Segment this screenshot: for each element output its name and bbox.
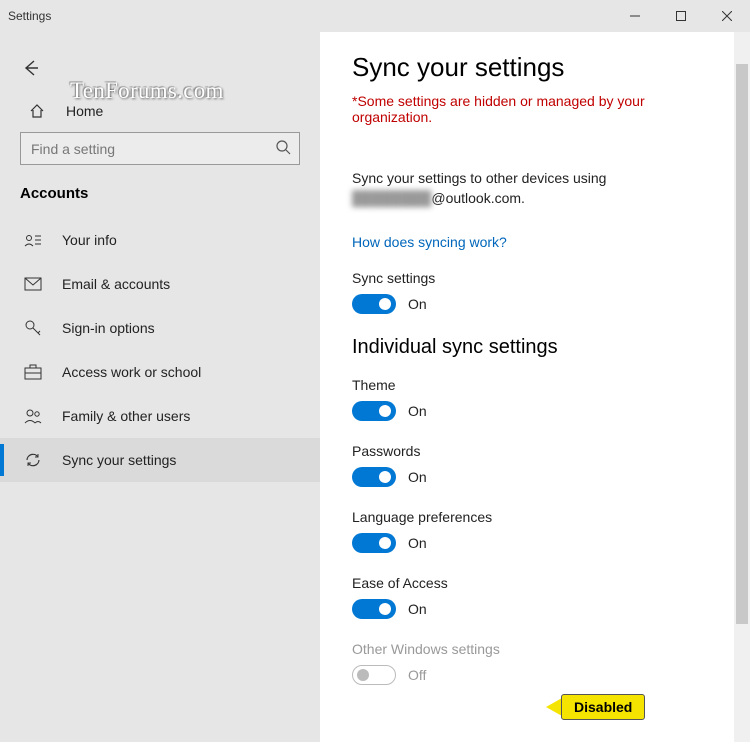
sync-description: Sync your settings to other devices usin… [352, 169, 706, 208]
other-windows-toggle [352, 665, 396, 685]
envelope-icon [22, 277, 44, 291]
sidebar-item-family-users[interactable]: Family & other users [0, 394, 320, 438]
language-toggle[interactable] [352, 533, 396, 553]
setting-label: Ease of Access [352, 575, 706, 591]
redacted-email: ████████ [352, 190, 431, 206]
sidebar-item-your-info[interactable]: Your info [0, 218, 320, 262]
search-box[interactable] [20, 132, 300, 165]
close-button[interactable] [704, 0, 750, 32]
window-controls [612, 0, 750, 32]
setting-language: Language preferences On [352, 509, 706, 553]
setting-label: Theme [352, 377, 706, 393]
sync-icon [22, 451, 44, 469]
help-link[interactable]: How does syncing work? [352, 234, 507, 250]
key-icon [22, 319, 44, 337]
sidebar-item-label: Sync your settings [62, 452, 176, 468]
setting-other-windows: Other Windows settings Off [352, 641, 706, 685]
sidebar-section-title: Accounts [0, 179, 320, 218]
home-label: Home [66, 103, 103, 119]
toggle-state: On [408, 469, 427, 485]
sidebar-item-label: Sign-in options [62, 320, 155, 336]
sidebar-item-label: Email & accounts [62, 276, 170, 292]
search-input[interactable] [31, 141, 275, 157]
setting-label: Other Windows settings [352, 641, 706, 657]
toggle-state: On [408, 403, 427, 419]
maximize-button[interactable] [658, 0, 704, 32]
toggle-state: On [408, 601, 427, 617]
main-content: Sync your settings *Some settings are hi… [320, 32, 734, 742]
sidebar-item-label: Access work or school [62, 364, 201, 380]
toggle-state: Off [408, 667, 426, 683]
ease-of-access-toggle[interactable] [352, 599, 396, 619]
setting-theme: Theme On [352, 377, 706, 421]
passwords-toggle[interactable] [352, 467, 396, 487]
briefcase-icon [22, 364, 44, 380]
people-icon [22, 408, 44, 424]
scroll-thumb[interactable] [736, 64, 748, 624]
person-card-icon [22, 232, 44, 248]
org-alert: *Some settings are hidden or managed by … [352, 93, 706, 125]
setting-ease-of-access: Ease of Access On [352, 575, 706, 619]
search-icon [275, 139, 291, 158]
toggle-state: On [408, 296, 427, 312]
minimize-button[interactable] [612, 0, 658, 32]
setting-label: Language preferences [352, 509, 706, 525]
sync-settings-toggle[interactable] [352, 294, 396, 314]
sidebar-item-label: Your info [62, 232, 117, 248]
sidebar-item-signin-options[interactable]: Sign-in options [0, 306, 320, 350]
toggle-state: On [408, 535, 427, 551]
back-arrow-icon [20, 58, 40, 78]
theme-toggle[interactable] [352, 401, 396, 421]
maximize-icon [676, 11, 686, 21]
setting-label: Passwords [352, 443, 706, 459]
home-icon [26, 102, 48, 120]
content-scrollbar[interactable] [734, 32, 750, 742]
titlebar: Settings [0, 0, 750, 32]
master-toggle-label: Sync settings [352, 270, 706, 286]
window-title: Settings [8, 9, 51, 23]
sidebar-item-sync-settings[interactable]: Sync your settings [0, 438, 320, 482]
individual-heading: Individual sync settings [352, 336, 706, 359]
sidebar-item-access-work-school[interactable]: Access work or school [0, 350, 320, 394]
back-button[interactable] [10, 48, 50, 88]
settings-window: Settings Home [0, 0, 750, 742]
page-heading: Sync your settings [352, 52, 706, 83]
close-icon [722, 11, 732, 21]
minimize-icon [630, 11, 640, 21]
sidebar: Home Accounts Your info Email & a [0, 32, 320, 742]
sidebar-item-label: Family & other users [62, 408, 190, 424]
sidebar-item-email-accounts[interactable]: Email & accounts [0, 262, 320, 306]
home-nav[interactable]: Home [0, 94, 320, 128]
setting-passwords: Passwords On [352, 443, 706, 487]
